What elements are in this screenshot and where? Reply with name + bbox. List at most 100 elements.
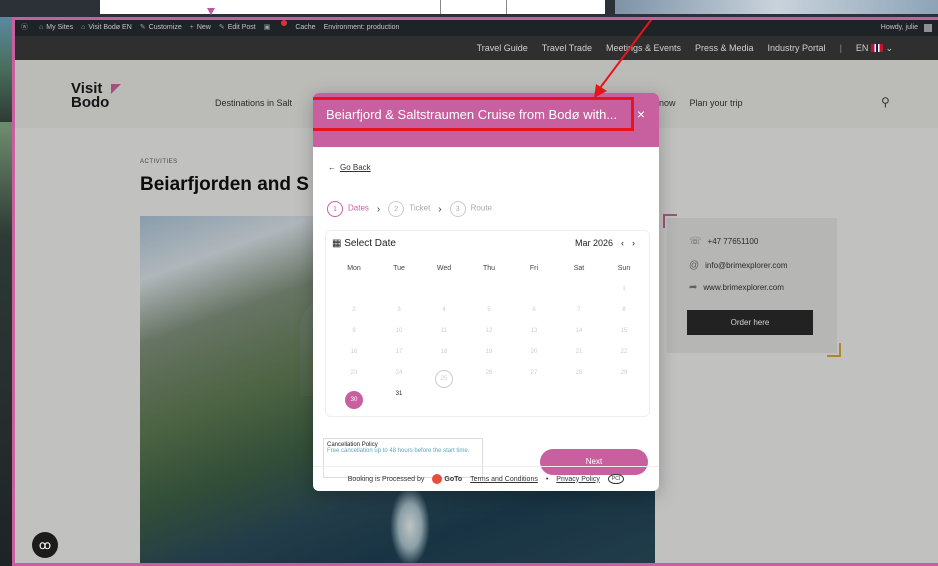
admin-site-name[interactable]: ⌂ Visit Bodø EN: [81, 20, 132, 36]
brush-icon: ✎: [139, 24, 146, 31]
booking-steps: 1 Dates › 2 Ticket › 3 Route: [327, 201, 492, 217]
admin-cache[interactable]: Cache: [295, 20, 315, 36]
admin-edit-post[interactable]: ✎ Edit Post: [219, 20, 256, 36]
calendar-day: 11: [440, 328, 448, 334]
calendar-day: 10: [395, 328, 403, 334]
annotation-highlight-box: [313, 97, 634, 131]
calendar-day: 19: [485, 349, 493, 355]
close-icon[interactable]: ×: [637, 106, 645, 122]
calendar-day: 2: [352, 307, 356, 313]
calendar-day: 29: [620, 370, 628, 376]
step-ticket[interactable]: 2 Ticket: [388, 201, 430, 217]
current-month: Mar 2026: [574, 238, 613, 248]
admin-customize[interactable]: ✎ Customize: [140, 20, 182, 36]
calendar-day: 22: [620, 349, 628, 355]
next-month-icon[interactable]: ›: [632, 238, 635, 248]
chevron-right-icon: ›: [438, 203, 442, 215]
calendar-day: 7: [577, 307, 581, 313]
calendar-heading: ▦ Select Date: [332, 238, 396, 249]
goto-logo-icon: [432, 474, 443, 484]
chevron-down-icon: ⌄: [885, 42, 893, 53]
strip-divider: [440, 0, 441, 14]
calendar-day: 20: [530, 349, 538, 355]
step-route[interactable]: 3 Route: [449, 201, 492, 217]
month-selector: Mar 2026 ‹ ›: [575, 238, 635, 248]
calendar-day: 25: [424, 370, 464, 388]
plus-icon: +: [189, 24, 194, 31]
topnav-meetings-events[interactable]: Meetings & Events: [606, 43, 681, 53]
browser-screen: ⓦ ⌂ My Sites ⌂ Visit Bodø EN ✎ Customize + N…: [15, 20, 938, 563]
footer-separator: •: [545, 475, 549, 483]
weekday-label: Thu: [482, 265, 496, 272]
terms-link[interactable]: Terms and Conditions: [470, 476, 538, 483]
calendar-day[interactable]: 30: [334, 391, 374, 409]
avatar[interactable]: [924, 24, 932, 32]
calendar-day: 9: [352, 328, 356, 334]
calendar-day: 16: [350, 349, 358, 355]
wp-admin-bar: ⓦ ⌂ My Sites ⌂ Visit Bodø EN ✎ Customize + N…: [15, 20, 938, 36]
booking-modal: Beiarfjord & Saltstraumen Cruise from Bo…: [313, 93, 659, 491]
calendar-day: 3: [397, 307, 401, 313]
arrow-marker-icon: [207, 8, 215, 15]
wordpress-icon[interactable]: ⓦ: [21, 20, 28, 36]
calendar-day: 27: [530, 370, 538, 376]
calendar-day: 18: [440, 349, 448, 355]
calendar-day: 17: [395, 349, 403, 355]
calendar-day: 6: [532, 307, 536, 313]
privacy-link[interactable]: Privacy Policy: [556, 476, 600, 483]
background-photo: [615, 0, 938, 14]
strip-divider: [506, 0, 507, 14]
arrow-left-icon: ←: [328, 163, 336, 172]
admin-environment: Environment: production: [323, 24, 400, 31]
calendar-day: 8: [622, 307, 626, 313]
calendar-day: 14: [575, 328, 583, 334]
calendar-day: 21: [575, 349, 583, 355]
cookie-settings-icon[interactable]: ꝏ: [32, 532, 58, 558]
admin-greeting[interactable]: Howdy, julie: [881, 20, 918, 36]
calendar-day: 5: [487, 307, 491, 313]
weekday-label: Tue: [393, 265, 405, 272]
topnav-industry-portal[interactable]: Industry Portal: [768, 43, 826, 53]
calendar-day[interactable]: 31: [379, 391, 419, 397]
status-dot-icon: [281, 20, 288, 26]
admin-my-sites[interactable]: ⌂ My Sites: [39, 20, 73, 36]
browser-strip: [100, 0, 605, 14]
topnav-travel-trade[interactable]: Travel Trade: [542, 43, 592, 53]
calendar-day: 15: [620, 328, 628, 334]
calendar-day: 13: [530, 328, 538, 334]
calendar-day: 24: [395, 370, 403, 376]
calendar-day: 4: [442, 307, 446, 313]
calendar-day: 23: [350, 370, 358, 376]
topnav-travel-guide[interactable]: Travel Guide: [477, 43, 528, 53]
screenshot-frame: ⓦ ⌂ My Sites ⌂ Visit Bodø EN ✎ Customize + N…: [12, 17, 938, 566]
uk-flag-icon: [870, 44, 883, 53]
admin-plugin-icon[interactable]: ▣: [264, 20, 271, 36]
go-back-link[interactable]: ← Go Back: [328, 163, 371, 172]
weekday-label: Wed: [436, 265, 452, 272]
admin-new[interactable]: + New: [190, 20, 211, 36]
weekday-label: Fri: [529, 265, 539, 272]
goto-logo: GoTo: [432, 474, 462, 484]
language-switcher[interactable]: EN ⌄: [856, 43, 893, 54]
chevron-right-icon: ›: [376, 203, 381, 215]
weekday-label: Sat: [573, 265, 585, 272]
modal-footer: Booking is Processed by GoTo Terms and C…: [313, 466, 659, 491]
step-dates[interactable]: 1 Dates: [327, 201, 369, 217]
topnav-press-media[interactable]: Press & Media: [695, 43, 754, 53]
calendar-icon: ▦: [332, 238, 342, 249]
prev-month-icon[interactable]: ‹: [621, 238, 624, 248]
outer-background-left: [0, 17, 22, 566]
calendar-day: 12: [485, 328, 493, 334]
calendar-day: 1: [622, 286, 626, 292]
weekday-label: Mon: [347, 265, 361, 272]
calendar-day: 26: [485, 370, 493, 376]
sites-icon: ⌂: [39, 24, 44, 31]
nav-separator: |: [839, 43, 842, 53]
processed-by-label: Booking is Processed by: [347, 475, 425, 483]
top-navigation: Travel Guide Travel Trade Meetings & Eve…: [15, 36, 938, 60]
home-icon: ⌂: [81, 24, 86, 31]
pencil-icon: ✎: [218, 24, 225, 31]
pci-badge-icon: PCI: [607, 474, 625, 484]
date-calendar: ▦ Select Date Mar 2026 ‹ › Mon Tue Wed Thu F…: [325, 230, 650, 417]
outer-background-top: [0, 0, 938, 17]
